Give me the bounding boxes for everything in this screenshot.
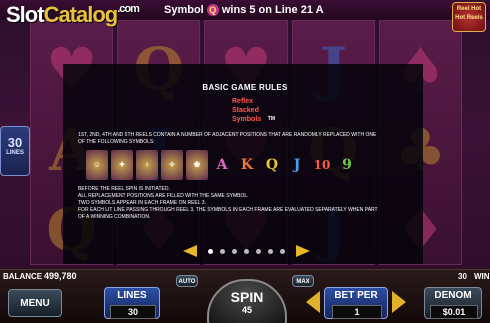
- bet-per-label: BET PER: [334, 290, 378, 301]
- lines-label: LINES: [117, 290, 147, 301]
- dancer-symbol-icon: ♀: [136, 150, 158, 180]
- bird-symbol-icon: ✦: [111, 150, 133, 180]
- bet-per-value: 1: [332, 305, 382, 319]
- page-dot[interactable]: [279, 248, 285, 254]
- feather-symbol-icon: ❀: [186, 150, 208, 180]
- win-label: WIN: [474, 272, 490, 281]
- win-prefix: Symbol: [164, 4, 204, 16]
- rule-item: OF A WINNING COMBINATION.: [78, 214, 151, 220]
- mask-symbol-icon: ☺: [86, 150, 108, 180]
- logo-accent: Catalog: [43, 2, 119, 27]
- page-dot[interactable]: [207, 248, 213, 254]
- next-page-arrow-icon[interactable]: [295, 245, 310, 257]
- feature-logo: Reflex Stacked Symbols TM: [232, 97, 275, 127]
- lines-indicator-left: 30 LINES: [0, 126, 30, 176]
- logo-com: .com: [117, 3, 140, 15]
- feature-logo-line1: Reflex: [232, 98, 254, 105]
- win-lines-value: 30: [458, 272, 467, 281]
- symbol-j: J: [293, 157, 301, 173]
- balance-label: BALANCE: [3, 272, 43, 281]
- win-message: Symbol Q wins 5 on Line 21 A: [164, 4, 324, 17]
- page-dot[interactable]: [231, 248, 237, 254]
- page-dot[interactable]: [255, 248, 261, 254]
- symbol-9: 9: [342, 157, 352, 173]
- feature-logo-line3: Symbols: [232, 116, 262, 123]
- rules-paragraph-line2: OF THE FOLLOWING SYMBOLS:: [78, 139, 155, 145]
- page-dot[interactable]: [219, 248, 225, 254]
- symbol-k: K: [240, 157, 254, 173]
- page-dot[interactable]: [267, 248, 273, 254]
- rule-item: ALL REPLACEMENT POSITIONS ARE FILLED WIT…: [78, 193, 249, 199]
- rules-pager: [166, 245, 326, 257]
- win-symbol-icon: Q: [206, 4, 219, 17]
- page-dot[interactable]: [243, 248, 249, 254]
- spin-label: SPIN: [230, 289, 264, 305]
- top-bar: SlotCatalog.com Symbol Q wins 5 on Line …: [0, 0, 490, 27]
- rules-title: BASIC GAME RULES: [202, 83, 288, 92]
- symbol-q: Q: [265, 157, 279, 173]
- denom-label: DENOM: [434, 290, 472, 301]
- rule-item: FOR EACH LIT LINE PASSING THROUGH REEL 3…: [78, 207, 378, 213]
- rule-item: TWO SYMBOLS APPEAR IN EACH FRAME ON REEL…: [78, 200, 206, 206]
- balance-value: 499,780: [44, 271, 77, 281]
- game-logo: Reel Hot Hot Reels: [452, 2, 486, 32]
- denom-value: $0.01: [430, 305, 478, 319]
- win-suffix: wins 5 on Line 21 A: [221, 4, 324, 16]
- rules-list: BEFORE THE REEL SPIN IS INITIATED. ALL R…: [78, 186, 408, 221]
- bet-increase-arrow-icon[interactable]: [392, 291, 406, 313]
- bird2-symbol-icon: ✧: [161, 150, 183, 180]
- auto-button[interactable]: AUTO: [176, 275, 198, 287]
- symbol-10: 10: [313, 158, 331, 172]
- site-logo: SlotCatalog.com: [6, 2, 140, 28]
- spin-bet-value: 45: [241, 305, 252, 315]
- game-screen: ♥ A Q Q J ♦ ♥ ♥ ♥ J Q J ♠ ♣ ♦ 30 LINES: [0, 0, 490, 323]
- max-button[interactable]: MAX: [292, 275, 314, 287]
- feature-logo-tm: TM: [267, 116, 275, 122]
- lines-value: 30: [110, 305, 156, 319]
- rules-paragraph-line1: 1ST, 2ND, 4TH AND 5TH REELS CONTAIN A NU…: [78, 132, 377, 138]
- symbol-a: A: [216, 157, 228, 173]
- rule-item: BEFORE THE REEL SPIN IS INITIATED.: [78, 186, 170, 192]
- lines-indicator-label: LINES: [6, 150, 24, 156]
- lines-indicator-number: 30: [7, 135, 23, 150]
- prev-page-arrow-icon[interactable]: [182, 245, 197, 257]
- bet-decrease-arrow-icon[interactable]: [306, 291, 320, 313]
- rules-paragraph: 1ST, 2ND, 4TH AND 5TH REELS CONTAIN A NU…: [78, 132, 418, 146]
- feature-logo-line2: Stacked: [232, 107, 259, 114]
- menu-button[interactable]: MENU: [8, 289, 62, 317]
- logo-main: Slot: [6, 2, 45, 27]
- symbol-list: ☺ ✦ ♀ ✧ ❀ A K Q J 10 9: [86, 150, 358, 180]
